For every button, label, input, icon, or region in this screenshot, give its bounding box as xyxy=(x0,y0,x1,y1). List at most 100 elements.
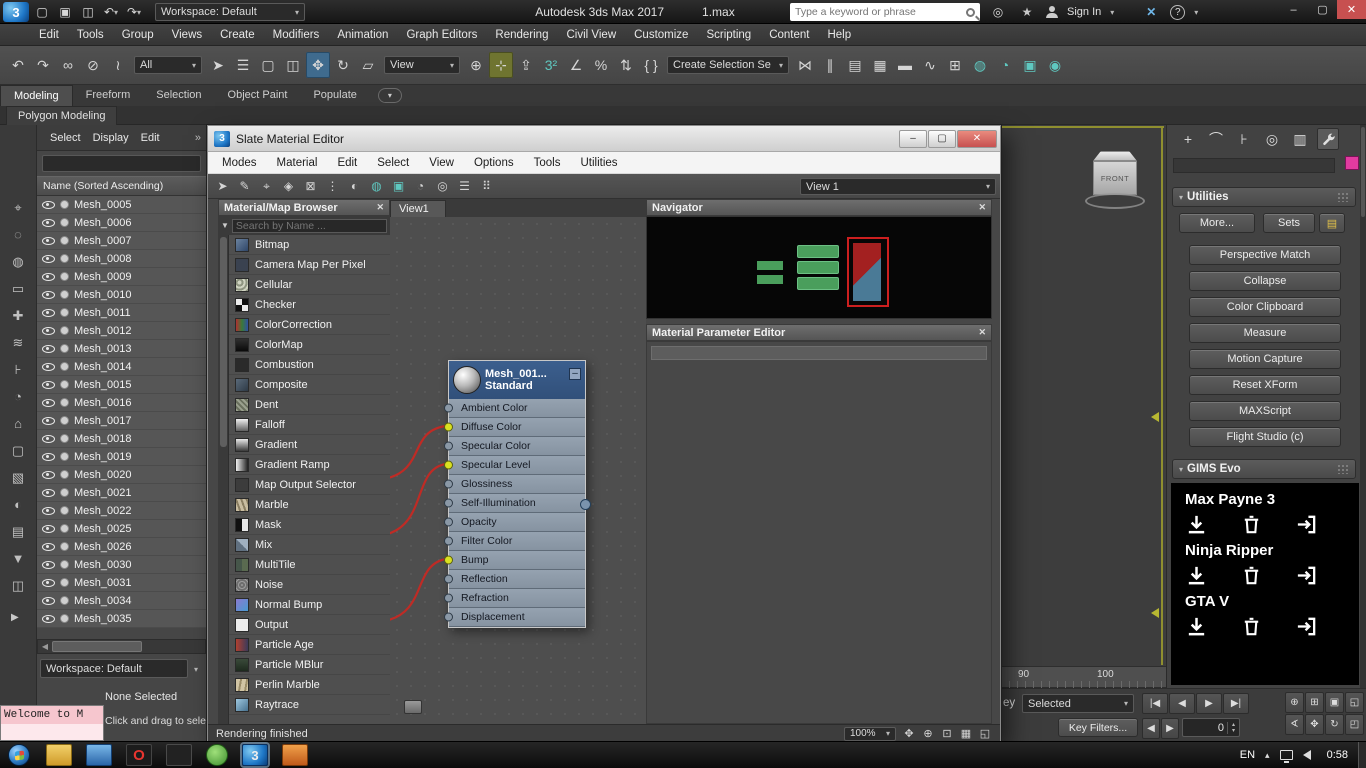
visibility-eye-icon[interactable] xyxy=(42,558,55,571)
close-panel-icon[interactable]: ✕ xyxy=(978,327,986,338)
explorer-row[interactable]: Mesh_0006 xyxy=(37,214,206,232)
language-indicator[interactable]: EN xyxy=(1240,749,1255,761)
delete-icon[interactable] xyxy=(1240,513,1263,536)
export-icon[interactable] xyxy=(1295,564,1318,587)
navigator-header[interactable]: Navigator✕ xyxy=(646,199,992,216)
key-filters-button[interactable]: Key Filters... xyxy=(1058,718,1138,737)
ribbon-tab[interactable]: Populate xyxy=(300,85,369,106)
browser-item[interactable]: Map Output Selector xyxy=(229,475,390,495)
slot-socket-icon[interactable] xyxy=(444,461,453,470)
browser-item[interactable]: Noise xyxy=(229,575,390,595)
select-and-scale-icon[interactable]: ▱ xyxy=(356,52,380,78)
menu-item[interactable]: Animation xyxy=(328,29,397,41)
explorer-taskbar-icon[interactable] xyxy=(46,744,72,766)
browser-item[interactable]: Camera Map Per Pixel xyxy=(229,255,390,275)
render-setup-icon[interactable]: ◔ xyxy=(993,52,1017,78)
node-slot[interactable]: Glossiness xyxy=(449,475,585,494)
slot-socket-icon[interactable] xyxy=(444,499,453,508)
scroll-left-icon[interactable]: ◀ xyxy=(38,642,52,651)
menu-item[interactable]: Create xyxy=(211,29,264,41)
browser-item[interactable]: Gradient xyxy=(229,435,390,455)
utility-button[interactable]: Flight Studio (c) xyxy=(1189,427,1341,447)
explorer-row[interactable]: Mesh_0007 xyxy=(37,232,206,250)
node-slot[interactable]: Self-Illumination xyxy=(449,494,585,513)
selectable-dot-icon[interactable] xyxy=(60,416,69,425)
named-selection-sets-icon[interactable]: { } xyxy=(639,52,663,78)
render-production-icon[interactable]: ◉ xyxy=(1043,52,1067,78)
unlink-selection-icon[interactable]: ⊘ xyxy=(81,52,105,78)
slot-socket-icon[interactable] xyxy=(444,518,453,527)
exchange-apps-icon[interactable]: ✕ xyxy=(1141,3,1161,21)
toggle-layer-explorer-icon[interactable]: ▦ xyxy=(868,52,892,78)
selectable-dot-icon[interactable] xyxy=(60,254,69,263)
sets-button[interactable]: Sets xyxy=(1263,213,1315,233)
slot-socket-icon[interactable] xyxy=(444,556,453,565)
percent-snap-icon[interactable]: % xyxy=(589,52,613,78)
slot-socket-icon[interactable] xyxy=(444,613,453,622)
maximize-viewport-icon[interactable]: ◰ xyxy=(1345,714,1364,735)
explorer-row[interactable]: Mesh_0011 xyxy=(37,304,206,322)
new-file-icon[interactable]: ▢ xyxy=(32,3,52,21)
slot-socket-icon[interactable] xyxy=(444,442,453,451)
menu-item[interactable]: Tools xyxy=(68,29,113,41)
visibility-eye-icon[interactable] xyxy=(42,468,55,481)
ribbon-tab[interactable]: Object Paint xyxy=(215,85,301,106)
align-icon[interactable]: ∥ xyxy=(818,52,842,78)
menu-item[interactable]: Group xyxy=(113,29,163,41)
help-caret-icon[interactable]: ▾ xyxy=(1194,8,1198,17)
explorer-search-field[interactable] xyxy=(42,155,201,172)
selectable-dot-icon[interactable] xyxy=(60,506,69,515)
favorites-star-icon[interactable]: ★ xyxy=(1017,3,1037,21)
close-panel-icon[interactable]: ✕ xyxy=(376,202,384,213)
display-bones-icon[interactable]: ⊦ xyxy=(5,357,31,382)
previous-frame-icon[interactable]: ◀ xyxy=(1169,693,1195,714)
menu-item[interactable]: Scripting xyxy=(697,29,760,41)
node-slot[interactable]: Diffuse Color xyxy=(449,418,585,437)
maxscript-mini-listener[interactable]: Welcome to M xyxy=(0,705,104,741)
utility-button[interactable]: Reset XForm xyxy=(1189,375,1341,395)
viewcube-front-face[interactable]: FRONT xyxy=(1093,161,1137,195)
menu-item[interactable]: Customize xyxy=(625,29,697,41)
search-input[interactable] xyxy=(795,6,962,18)
node-graph[interactable]: Mesh_001... – Standard Amb xyxy=(390,217,646,724)
visibility-eye-icon[interactable] xyxy=(42,414,55,427)
explorer-row[interactable]: Mesh_0014 xyxy=(37,358,206,376)
clock[interactable]: 0:58 xyxy=(1327,749,1348,761)
menu-item[interactable]: Views xyxy=(163,29,211,41)
browser-item[interactable]: Dent xyxy=(229,395,390,415)
selectable-dot-icon[interactable] xyxy=(60,434,69,443)
layout-all-vertical-icon[interactable]: ☰ xyxy=(454,176,475,196)
go-to-end-icon[interactable]: ▶| xyxy=(1223,693,1249,714)
selectable-dot-icon[interactable] xyxy=(60,326,69,335)
render-map-icon[interactable]: ◔ xyxy=(410,176,431,196)
menu-item[interactable]: Help xyxy=(818,29,860,41)
visibility-eye-icon[interactable] xyxy=(42,324,55,337)
browser-item[interactable]: MultiTile xyxy=(229,555,390,575)
selectable-dot-icon[interactable] xyxy=(60,290,69,299)
selection-set-timeline-dropdown[interactable]: Selected▾ xyxy=(1022,694,1134,713)
export-icon[interactable] xyxy=(1295,513,1318,536)
slate-menu-item[interactable]: Utilities xyxy=(570,157,627,169)
visibility-eye-icon[interactable] xyxy=(42,360,55,373)
menu-item[interactable]: Civil View xyxy=(557,29,625,41)
selectable-dot-icon[interactable] xyxy=(60,362,69,371)
color-swatch[interactable] xyxy=(1345,156,1359,170)
workspace-dropdown[interactable]: Workspace: Default▾ xyxy=(155,3,305,21)
display-materials-icon[interactable]: ▤ xyxy=(5,519,31,544)
explorer-row[interactable]: Mesh_0034 xyxy=(37,592,206,610)
visibility-eye-icon[interactable] xyxy=(42,432,55,445)
selectable-dot-icon[interactable] xyxy=(60,344,69,353)
slot-socket-icon[interactable] xyxy=(444,594,453,603)
zoom-extents-icon[interactable]: ▦ xyxy=(957,726,975,742)
selectable-dot-icon[interactable] xyxy=(60,236,69,245)
browser-search-input[interactable] xyxy=(232,219,387,233)
slate-maximize-button[interactable]: ▢ xyxy=(928,130,956,148)
browser-scroll-thumb[interactable] xyxy=(220,237,227,447)
workspace-caret-icon[interactable]: ▾ xyxy=(194,665,198,674)
help-icon[interactable]: ? xyxy=(1170,5,1185,20)
explorer-row[interactable]: Mesh_0035 xyxy=(37,610,206,628)
select-tool-icon[interactable]: ➤ xyxy=(212,176,233,196)
browser-item[interactable]: ColorCorrection xyxy=(229,315,390,335)
delete-icon[interactable] xyxy=(1240,615,1263,638)
node-slot[interactable]: Displacement xyxy=(449,608,585,627)
